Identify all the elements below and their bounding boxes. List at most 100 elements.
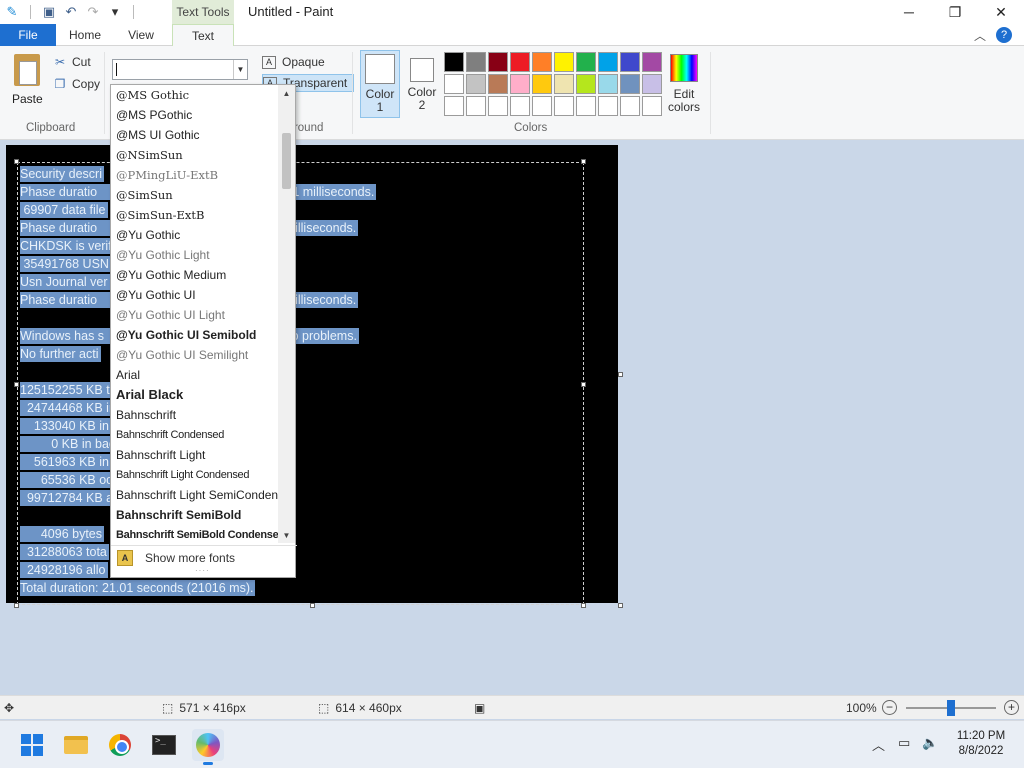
zoom-out-button[interactable]: − [882,700,897,715]
resize-handle[interactable] [14,603,19,608]
palette-color-swatch[interactable] [620,52,640,72]
palette-color-swatch[interactable] [532,96,552,116]
font-list-item[interactable]: Arial [111,365,279,385]
palette-color-swatch[interactable] [510,52,530,72]
canvas-resize-handle[interactable] [618,372,623,377]
font-list-item[interactable]: @Yu Gothic UI Semibold [111,325,279,345]
font-list-item[interactable]: @MS PGothic [111,105,279,125]
palette-color-swatch[interactable] [598,52,618,72]
palette-color-swatch[interactable] [576,52,596,72]
font-list-item[interactable]: @SimSun-ExtB [111,205,279,225]
palette-color-swatch[interactable] [598,96,618,116]
edit-colors-button[interactable]: Edit colors [666,52,702,114]
start-button[interactable] [16,729,48,761]
undo-icon[interactable]: ↶ [63,4,79,20]
palette-color-swatch[interactable] [510,74,530,94]
paint-app-icon[interactable]: ✎ [4,4,20,20]
font-list-item[interactable]: Arial Black [111,385,279,405]
resize-handle[interactable] [581,603,586,608]
font-list-item[interactable]: Bahnschrift Light Condensed [111,465,279,485]
palette-color-swatch[interactable] [532,52,552,72]
font-list-item[interactable]: @Yu Gothic UI Semilight [111,345,279,365]
zoom-in-button[interactable]: + [1004,700,1019,715]
palette-color-swatch[interactable] [642,52,662,72]
font-list-item[interactable]: Bahnschrift Light SemiCondensed [111,485,279,505]
minimize-button[interactable]: ─ [886,0,932,24]
cut-button[interactable]: ✂ Cut [54,53,91,71]
help-icon[interactable]: ? [996,27,1012,43]
font-family-combo[interactable]: ▼ [112,59,248,80]
resize-handle[interactable] [14,382,19,387]
font-list-item[interactable]: @Yu Gothic UI [111,285,279,305]
tab-view[interactable]: View [114,24,168,46]
resize-grip-icon[interactable]: ···· [195,566,210,575]
save-icon[interactable]: ▣ [41,4,57,20]
font-list-item[interactable]: Bahnschrift SemiBold Condensed [111,525,279,543]
paint-taskbar-button[interactable] [192,729,224,765]
font-list-scrollbar[interactable]: ▲ ▼ [278,85,295,543]
palette-color-swatch[interactable] [620,74,640,94]
scroll-up-icon[interactable]: ▲ [278,85,295,101]
tab-home[interactable]: Home [58,24,112,46]
color1-button[interactable]: Color 1 [360,50,400,118]
close-button[interactable]: ✕ [978,0,1024,24]
clock[interactable]: 11:20 PM 8/8/2022 [950,729,1012,759]
resize-handle[interactable] [14,159,19,164]
volume-icon[interactable]: 🔈 [922,735,938,751]
font-list-item[interactable]: @Yu Gothic [111,225,279,245]
font-list-item[interactable]: @MS Gothic [111,85,279,105]
palette-color-swatch[interactable] [510,96,530,116]
color2-button[interactable]: Color 2 [404,50,440,118]
collapse-ribbon-icon[interactable]: ︿ [974,27,986,44]
customize-toolbar-icon[interactable]: ▾ [107,4,123,20]
zoom-slider-thumb[interactable] [947,700,955,716]
font-list-item[interactable]: Bahnschrift Condensed [111,425,279,445]
palette-color-swatch[interactable] [598,74,618,94]
palette-color-swatch[interactable] [466,96,486,116]
palette-color-swatch[interactable] [642,96,662,116]
resize-handle[interactable] [581,159,586,164]
font-list-item[interactable]: @Yu Gothic Medium [111,265,279,285]
palette-color-swatch[interactable] [620,96,640,116]
font-list-item[interactable]: Bahnschrift [111,405,279,425]
palette-color-swatch[interactable] [554,74,574,94]
scroll-thumb[interactable] [282,133,291,189]
resize-handle[interactable] [581,382,586,387]
palette-color-swatch[interactable] [488,74,508,94]
palette-color-swatch[interactable] [466,74,486,94]
font-list-item[interactable]: @NSimSun [111,145,279,165]
terminal-button[interactable]: >_ [148,729,180,761]
file-explorer-button[interactable] [60,729,92,761]
palette-color-swatch[interactable] [488,96,508,116]
font-list-item[interactable]: Bahnschrift SemiBold [111,505,279,525]
maximize-button[interactable]: ❐ [932,0,978,24]
font-list-item[interactable]: @Yu Gothic Light [111,245,279,265]
font-list-item[interactable]: @MS UI Gothic [111,125,279,145]
font-dropdown-list[interactable]: @MS Gothic @MS PGothic @MS UI Gothic @NSimS… [110,84,297,578]
tray-chevron-icon[interactable]: ︿ [872,735,885,754]
font-list-item[interactable]: @Yu Gothic UI Light [111,305,279,325]
palette-color-swatch[interactable] [576,74,596,94]
opaque-option[interactable]: A Opaque [262,53,325,71]
copy-button[interactable]: ❐ Copy [54,75,100,93]
palette-color-swatch[interactable] [444,52,464,72]
palette-color-swatch[interactable] [554,52,574,72]
font-list-item[interactable]: @SimSun [111,185,279,205]
paste-button[interactable]: Paste [6,50,48,106]
palette-color-swatch[interactable] [642,74,662,94]
palette-color-swatch[interactable] [532,74,552,94]
font-dropdown-arrow-icon[interactable]: ▼ [233,60,247,79]
palette-color-swatch[interactable] [554,96,574,116]
palette-color-swatch[interactable] [444,74,464,94]
redo-icon[interactable]: ↷ [85,4,101,20]
font-list-item[interactable]: @PMingLiU-ExtB [111,165,279,185]
canvas-resize-handle[interactable] [618,603,623,608]
scroll-down-icon[interactable]: ▼ [278,527,295,543]
tab-file[interactable]: File [0,24,56,46]
palette-color-swatch[interactable] [576,96,596,116]
palette-color-swatch[interactable] [466,52,486,72]
network-icon[interactable]: ▭ [898,735,910,751]
resize-handle[interactable] [310,603,315,608]
palette-color-swatch[interactable] [488,52,508,72]
chrome-button[interactable] [104,729,136,761]
